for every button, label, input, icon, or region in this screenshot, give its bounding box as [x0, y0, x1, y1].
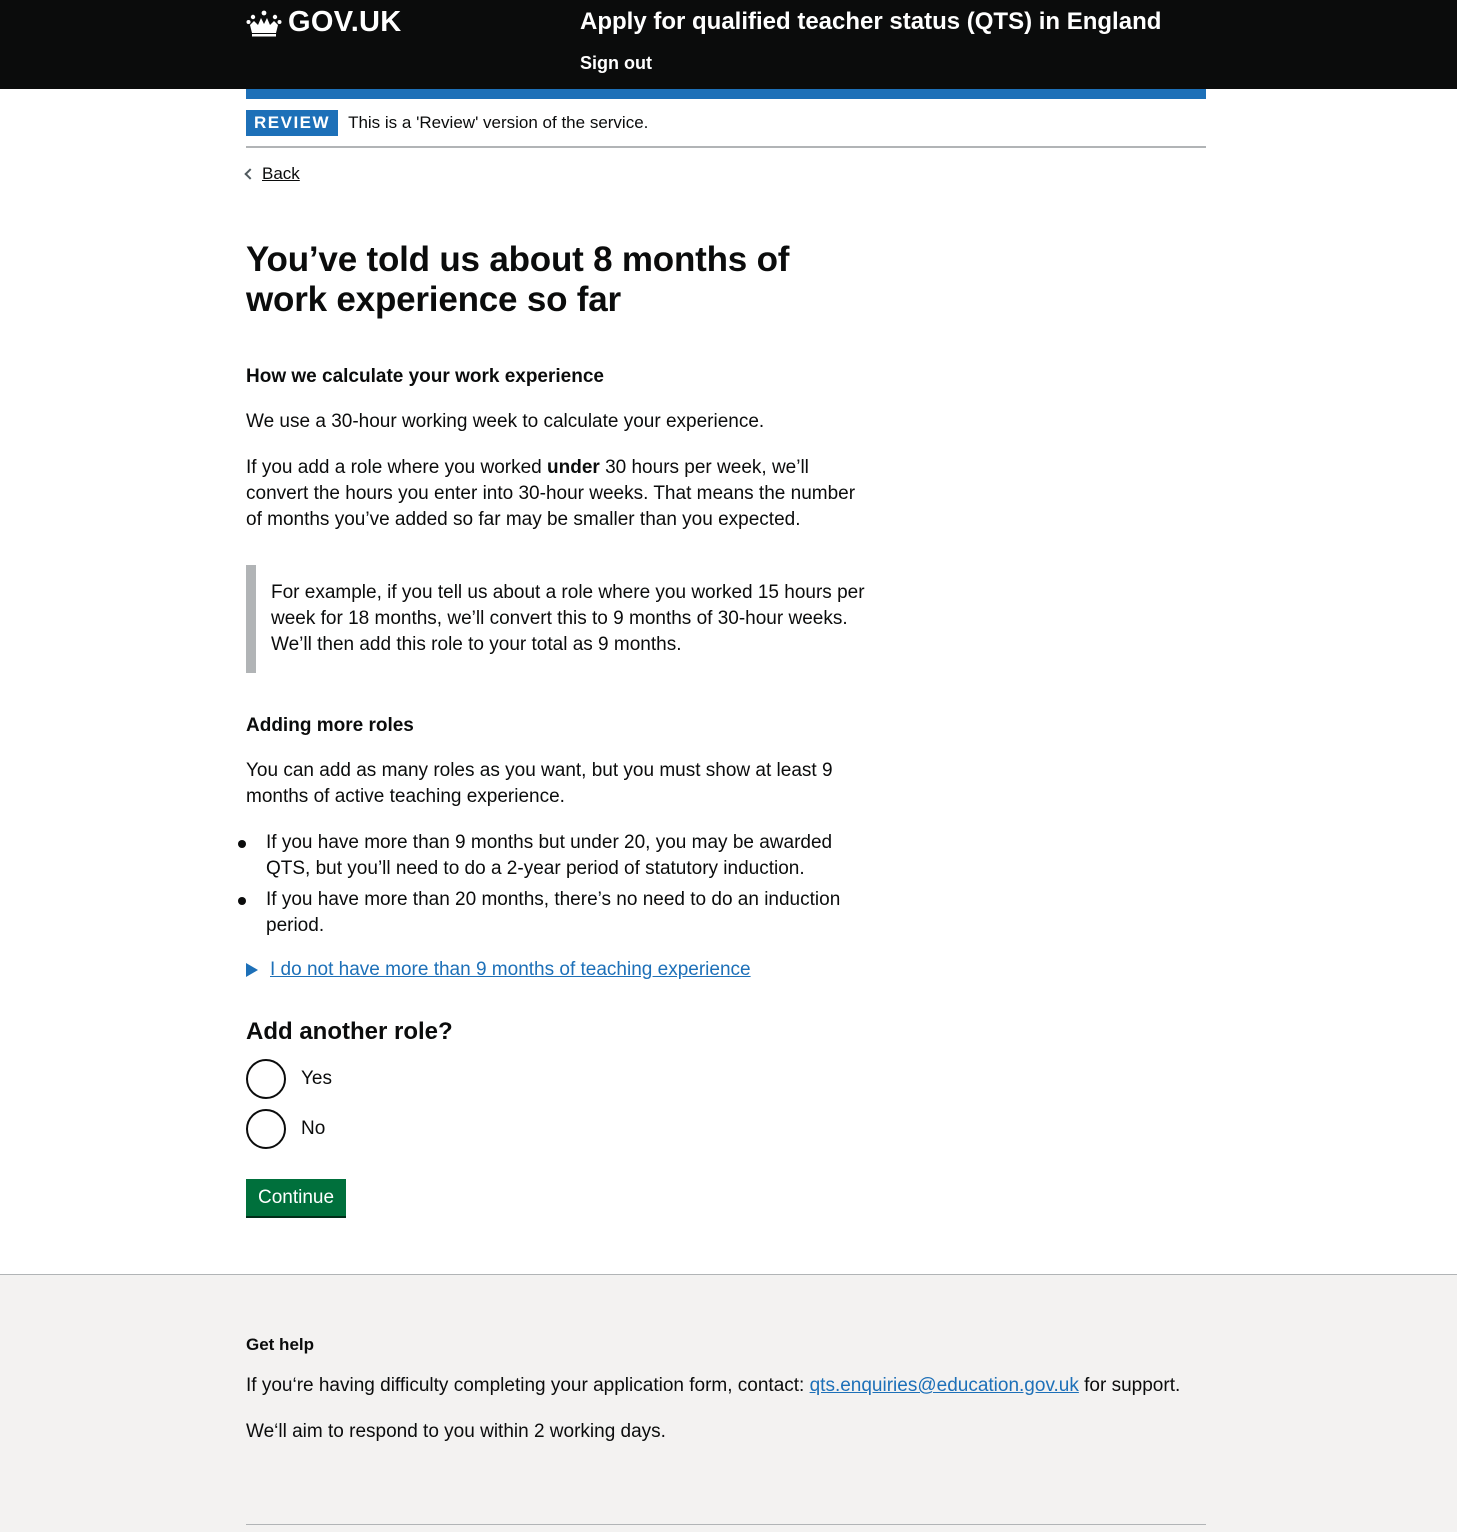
radio-no[interactable]: No: [246, 1109, 871, 1149]
chevron-left-icon: [244, 168, 256, 180]
details-toggle[interactable]: I do not have more than 9 months of teac…: [246, 959, 871, 981]
question-legend: Add another role?: [246, 1018, 453, 1045]
inset-text: For example, if you tell us about a role…: [246, 565, 871, 673]
roles-list: If you have more than 9 months but under…: [238, 830, 871, 939]
calc-heading: How we calculate your work experience: [246, 366, 604, 387]
inset-paragraph: For example, if you tell us about a role…: [271, 582, 865, 655]
radio-label-yes: Yes: [301, 1068, 332, 1089]
crown-icon: [246, 10, 282, 36]
roles-heading: Adding more roles: [246, 715, 414, 736]
header-accent-bar: [246, 89, 1206, 99]
footer-response-text: We‘ll aim to respond to you within 2 wor…: [246, 1421, 666, 1442]
calc-paragraph-1: We use a 30-hour working week to calcula…: [246, 411, 765, 432]
calc-paragraph-2: If you add a role where you worked under…: [246, 455, 871, 533]
list-item: If you have more than 20 months, there’s…: [238, 887, 871, 939]
list-item: If you have more than 9 months but under…: [238, 830, 871, 882]
calc-p2-bold: under: [547, 457, 600, 478]
phase-tag: REVIEW: [246, 109, 339, 136]
roles-paragraph: You can add as many roles as you want, b…: [246, 760, 833, 807]
calc-p2-text: If you add a role where you worked: [246, 457, 548, 478]
site-header: GOV.UK Apply for qualified teacher statu…: [0, 0, 1457, 89]
continue-button[interactable]: Continue: [246, 1179, 347, 1216]
radio-circle-icon[interactable]: [246, 1059, 286, 1099]
footer-help-before: If you‘re having difficulty completing y…: [246, 1375, 810, 1396]
footer-divider: [246, 1524, 1206, 1525]
triangle-right-icon: [246, 963, 258, 977]
footer-help-text: If you‘re having difficulty completing y…: [246, 1373, 1206, 1399]
radio-circle-icon[interactable]: [246, 1109, 286, 1149]
back-link-label: Back: [262, 164, 300, 183]
govuk-logo[interactable]: GOV.UK: [246, 6, 402, 39]
back-link[interactable]: Back: [244, 164, 300, 184]
email-link[interactable]: qts.enquiries@education.gov.uk: [810, 1375, 1079, 1396]
radio-label-no: No: [301, 1118, 326, 1139]
footer-heading: Get help: [246, 1335, 315, 1354]
footer-content: Get help If you‘re having difficulty com…: [246, 1335, 1206, 1465]
sign-out-link[interactable]: Sign out: [580, 53, 652, 74]
phase-banner-text: This is a 'Review' version of the servic…: [348, 112, 649, 132]
footer: Get help If you‘re having difficulty com…: [0, 1274, 1457, 1532]
details-summary-text: I do not have more than 9 months of teac…: [270, 959, 751, 980]
page-title: You’ve told us about 8 months of work ex…: [246, 240, 790, 319]
phase-banner: REVIEW This is a 'Review' version of the…: [246, 99, 1206, 148]
radio-yes[interactable]: Yes: [246, 1059, 871, 1099]
main-content: You’ve told us about 8 months of work ex…: [238, 240, 871, 1216]
footer-help-after: for support.: [1078, 1375, 1181, 1396]
service-name[interactable]: Apply for qualified teacher status (QTS)…: [580, 8, 1161, 36]
logo-text: GOV.UK: [288, 6, 402, 38]
